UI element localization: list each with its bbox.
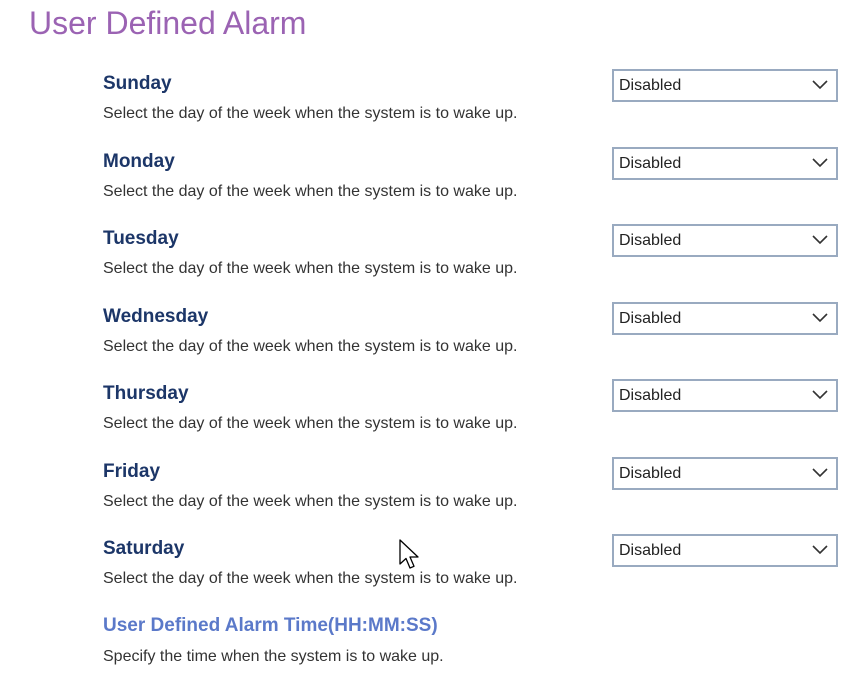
select-value: Disabled: [619, 232, 682, 249]
chevron-down-icon: [812, 468, 828, 478]
chevron-down-icon: [812, 390, 828, 400]
monday-select[interactable]: Disabled: [612, 147, 838, 180]
setting-label: Saturday: [103, 538, 185, 559]
chevron-down-icon: [812, 158, 828, 168]
setting-label: Monday: [103, 151, 175, 172]
chevron-down-icon: [812, 235, 828, 245]
alarm-time-setting[interactable]: User Defined Alarm Time(HH:MM:SS): [103, 614, 438, 638]
setting-label: Thursday: [103, 383, 189, 404]
bios-settings-page: User Defined Alarm Sunday Select the day…: [0, 0, 851, 680]
setting-description: Select the day of the week when the syst…: [103, 105, 518, 122]
setting-wednesday: Wednesday Select the day of the week whe…: [0, 302, 851, 375]
setting-description: Select the day of the week when the syst…: [103, 570, 518, 587]
select-value: Disabled: [619, 155, 682, 172]
setting-tuesday: Tuesday Select the day of the week when …: [0, 224, 851, 297]
setting-label: Tuesday: [103, 228, 179, 249]
sunday-select[interactable]: Disabled: [612, 69, 838, 102]
chevron-down-icon: [812, 545, 828, 555]
select-value: Disabled: [619, 77, 682, 94]
friday-select[interactable]: Disabled: [612, 457, 838, 490]
setting-description: Select the day of the week when the syst…: [103, 415, 518, 432]
saturday-select[interactable]: Disabled: [612, 534, 838, 567]
setting-description: Select the day of the week when the syst…: [103, 338, 518, 355]
alarm-time-description: Specify the time when the system is to w…: [103, 648, 444, 665]
setting-label: Sunday: [103, 73, 172, 94]
select-value: Disabled: [619, 542, 682, 559]
setting-thursday: Thursday Select the day of the week when…: [0, 379, 851, 452]
select-value: Disabled: [619, 310, 682, 327]
mouse-cursor-icon: [399, 539, 419, 569]
select-value: Disabled: [619, 465, 682, 482]
tuesday-select[interactable]: Disabled: [612, 224, 838, 257]
select-value: Disabled: [619, 387, 682, 404]
chevron-down-icon: [812, 80, 828, 90]
setting-label: Wednesday: [103, 306, 209, 327]
setting-monday: Monday Select the day of the week when t…: [0, 147, 851, 220]
setting-friday: Friday Select the day of the week when t…: [0, 457, 851, 530]
setting-label: Friday: [103, 461, 161, 482]
setting-description: Select the day of the week when the syst…: [103, 260, 518, 277]
thursday-select[interactable]: Disabled: [612, 379, 838, 412]
wednesday-select[interactable]: Disabled: [612, 302, 838, 335]
setting-saturday: Saturday Select the day of the week when…: [0, 534, 851, 607]
setting-description: Select the day of the week when the syst…: [103, 493, 518, 510]
setting-sunday: Sunday Select the day of the week when t…: [0, 69, 851, 142]
page-title: User Defined Alarm: [29, 5, 307, 41]
chevron-down-icon: [812, 313, 828, 323]
setting-description: Select the day of the week when the syst…: [103, 183, 518, 200]
